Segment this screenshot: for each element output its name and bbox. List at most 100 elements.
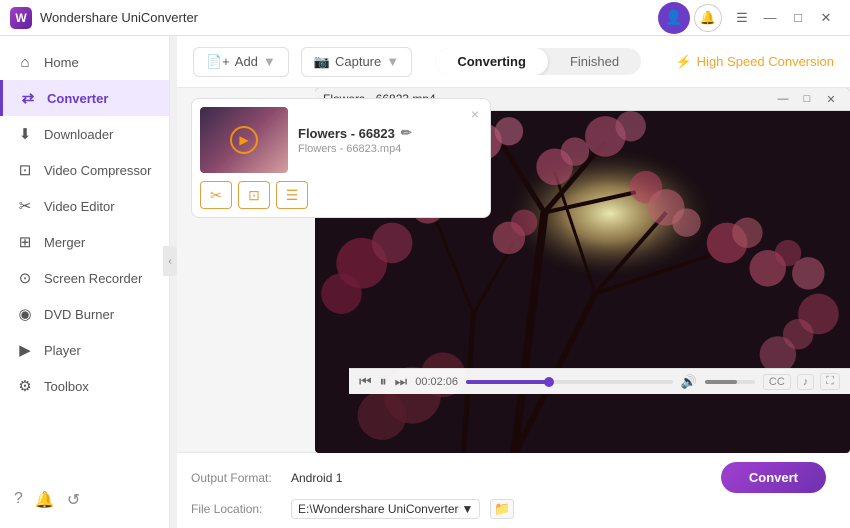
- location-dropdown[interactable]: E:\Wondershare UniConverter ▼: [291, 499, 480, 519]
- menu-button[interactable]: ☰: [728, 4, 756, 32]
- merger-icon: ⊞: [16, 233, 34, 251]
- content-area: 📄+ Add ▼ 📷 Capture ▼ Converting Finished…: [177, 36, 850, 528]
- app-title: Wondershare UniConverter: [40, 10, 658, 25]
- thumbnail-play-button[interactable]: ▶: [230, 126, 258, 154]
- converter-icon: ⇄: [19, 89, 37, 107]
- add-icon: 📄+: [206, 54, 230, 70]
- preview-maximize-button[interactable]: □: [796, 90, 818, 108]
- sidebar-label-merger: Merger: [44, 235, 85, 250]
- playback-time: 00:02:06: [415, 376, 458, 388]
- playback-extra: CC ♪ ⛶: [763, 373, 840, 390]
- sidebar-label-downloader: Downloader: [44, 127, 113, 142]
- file-card-header: ▶ Flowers - 66823 ✏ Flowers - 66823.mp4: [200, 107, 482, 173]
- cut-icon: ✂: [210, 187, 222, 204]
- cut-button[interactable]: ✂: [200, 181, 232, 209]
- capture-button[interactable]: 📷 Capture ▼: [301, 47, 412, 77]
- sidebar-label-video-compressor: Video Compressor: [44, 163, 151, 178]
- sidebar-label-player: Player: [44, 343, 81, 358]
- file-meta: Flowers - 66823.mp4: [298, 143, 482, 155]
- bottom-bar: Output Format: Android 1 Convert File Lo…: [177, 452, 850, 528]
- fullscreen-button[interactable]: ⛶: [820, 373, 840, 390]
- profile-icon[interactable]: 👤: [658, 2, 690, 34]
- file-card: × ▶ Flowers - 66823 ✏ Flowers - 66823.mp…: [191, 98, 491, 218]
- playback-pause-button[interactable]: ⏸: [380, 373, 387, 390]
- sidebar-item-toolbox[interactable]: ⚙ Toolbox: [0, 368, 169, 404]
- downloader-icon: ⬇: [16, 125, 34, 143]
- add-dropdown-icon: ▼: [263, 54, 276, 69]
- sidebar-label-screen-recorder: Screen Recorder: [44, 271, 142, 286]
- sidebar-item-home[interactable]: ⌂ Home: [0, 44, 169, 80]
- volume-icon[interactable]: 🔊: [681, 374, 697, 390]
- high-speed-conversion[interactable]: ⚡ High Speed Conversion: [675, 54, 834, 70]
- location-dropdown-icon: ▼: [462, 502, 474, 516]
- notification-icon[interactable]: 🔔: [694, 4, 722, 32]
- convert-tab-group: Converting Finished: [435, 48, 641, 75]
- preview-close-button[interactable]: ✕: [820, 90, 842, 108]
- output-format-row: Output Format: Android 1 Convert: [191, 459, 836, 496]
- sidebar-item-video-editor[interactable]: ✂ Video Editor: [0, 188, 169, 224]
- playback-track[interactable]: [466, 380, 673, 384]
- playback-progress: [466, 380, 549, 384]
- output-format-label: Output Format:: [191, 471, 281, 485]
- sidebar-label-video-editor: Video Editor: [44, 199, 115, 214]
- dvd-burner-icon: ◉: [16, 305, 34, 323]
- close-button[interactable]: ✕: [812, 4, 840, 32]
- sidebar-item-player[interactable]: ▶ Player: [0, 332, 169, 368]
- crop-icon: ⊡: [248, 187, 260, 204]
- more-options-button[interactable]: ☰: [276, 181, 308, 209]
- toolbox-icon: ⚙: [16, 377, 34, 395]
- sidebar-label-home: Home: [44, 55, 79, 70]
- output-format-value: Android 1: [291, 471, 342, 485]
- sidebar-label-dvd-burner: DVD Burner: [44, 307, 114, 322]
- screen-recorder-icon: ⊙: [16, 269, 34, 287]
- file-card-close-button[interactable]: ×: [466, 105, 484, 123]
- file-info: Flowers - 66823 ✏ Flowers - 66823.mp4: [298, 125, 482, 155]
- add-files-button[interactable]: 📄+ Add ▼: [193, 47, 289, 77]
- sidebar-item-merger[interactable]: ⊞ Merger: [0, 224, 169, 260]
- help-icon[interactable]: ?: [14, 490, 23, 510]
- minimize-button[interactable]: —: [756, 4, 784, 32]
- thumbnail-image: ▶: [200, 107, 288, 173]
- video-editor-icon: ✂: [16, 197, 34, 215]
- preview-minimize-button[interactable]: —: [772, 90, 794, 108]
- converting-tab[interactable]: Converting: [435, 48, 548, 75]
- location-value: E:\Wondershare UniConverter: [298, 502, 459, 516]
- file-thumbnail: ▶: [200, 107, 288, 173]
- file-list-area: × ▶ Flowers - 66823 ✏ Flowers - 66823.mp…: [177, 88, 850, 452]
- sidebar-item-downloader[interactable]: ⬇ Downloader: [0, 116, 169, 152]
- menu-icon: ☰: [286, 187, 299, 204]
- sidebar: ⌂ Home ⇄ Converter ⬇ Downloader ⊡ Video …: [0, 36, 170, 528]
- sidebar-label-converter: Converter: [47, 91, 108, 106]
- preview-controls: — □ ✕: [772, 90, 842, 108]
- subtitle-button[interactable]: CC: [763, 374, 791, 390]
- sidebar-item-video-compressor[interactable]: ⊡ Video Compressor: [0, 152, 169, 188]
- alerts-icon[interactable]: 🔔: [35, 490, 55, 510]
- convert-button[interactable]: Convert: [721, 462, 826, 493]
- file-location-row: File Location: E:\Wondershare UniConvert…: [191, 496, 836, 522]
- capture-icon: 📷: [314, 54, 330, 70]
- maximize-button[interactable]: □: [784, 4, 812, 32]
- audio-button[interactable]: ♪: [797, 374, 815, 390]
- sidebar-bottom: ? 🔔 ↺: [0, 480, 169, 520]
- lightning-icon: ⚡: [675, 54, 691, 70]
- sidebar-collapse-button[interactable]: ‹: [163, 246, 177, 276]
- playback-prev-button[interactable]: ⏮: [359, 373, 372, 390]
- file-location-label: File Location:: [191, 502, 281, 516]
- sidebar-item-screen-recorder[interactable]: ⊙ Screen Recorder: [0, 260, 169, 296]
- file-rename-icon[interactable]: ✏: [401, 125, 412, 141]
- capture-dropdown-icon: ▼: [386, 54, 399, 69]
- toolbar: 📄+ Add ▼ 📷 Capture ▼ Converting Finished…: [177, 36, 850, 88]
- crop-button[interactable]: ⊡: [238, 181, 270, 209]
- sidebar-item-converter[interactable]: ⇄ Converter: [0, 80, 169, 116]
- finished-tab[interactable]: Finished: [548, 48, 641, 75]
- open-folder-button[interactable]: 📁: [490, 499, 514, 519]
- refresh-icon[interactable]: ↺: [67, 490, 80, 510]
- file-actions: ✂ ⊡ ☰: [200, 177, 482, 209]
- video-compressor-icon: ⊡: [16, 161, 34, 179]
- playback-next-button[interactable]: ⏭: [395, 373, 408, 390]
- sidebar-item-dvd-burner[interactable]: ◉ DVD Burner: [0, 296, 169, 332]
- volume-slider[interactable]: [705, 380, 755, 384]
- player-icon: ▶: [16, 341, 34, 359]
- main-layout: ⌂ Home ⇄ Converter ⬇ Downloader ⊡ Video …: [0, 36, 850, 528]
- home-icon: ⌂: [16, 53, 34, 71]
